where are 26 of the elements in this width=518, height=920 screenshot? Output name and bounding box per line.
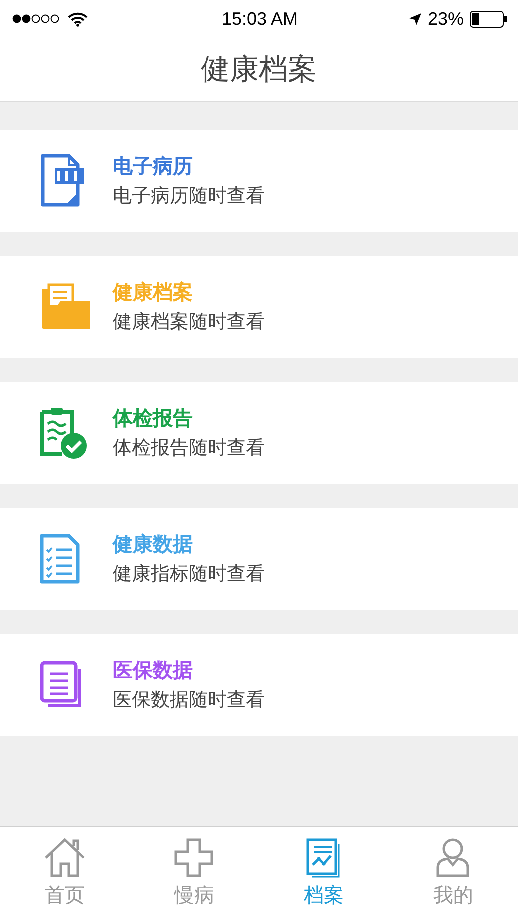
record-subtitle: 健康指标随时查看 (113, 562, 265, 587)
record-subtitle: 体检报告随时查看 (113, 436, 265, 461)
house-icon (44, 838, 86, 878)
record-subtitle: 医保数据随时查看 (113, 688, 265, 713)
record-title: 健康档案 (113, 279, 194, 306)
wifi-icon (68, 12, 88, 26)
chart-document-icon (306, 838, 342, 878)
record-title: 体检报告 (113, 405, 194, 432)
record-card[interactable]: 体检报告 体检报告随时查看 (0, 382, 518, 484)
record-subtitle: 健康档案随时查看 (113, 310, 265, 335)
record-title: 健康数据 (113, 531, 194, 558)
clock-time: 15:03 AM (222, 8, 298, 30)
record-card[interactable]: 健康数据 健康指标随时查看 (0, 508, 518, 610)
record-title: 电子病历 (113, 153, 194, 180)
battery-percent: 23% (428, 8, 464, 30)
person-icon (436, 838, 470, 878)
record-card[interactable]: 健康档案 健康档案随时查看 (0, 256, 518, 358)
location-arrow-icon (408, 12, 422, 26)
page-title: 健康档案 (201, 50, 317, 88)
record-title: 医保数据 (113, 657, 194, 684)
record-subtitle: 电子病历随时查看 (113, 184, 265, 209)
battery-icon (470, 10, 508, 28)
record-card[interactable]: 医保数据 医保数据随时查看 (0, 634, 518, 736)
medical-cross-icon (174, 838, 214, 878)
record-card[interactable]: 电子病历 电子病历随时查看 (0, 130, 518, 232)
signal-icon (12, 13, 60, 25)
